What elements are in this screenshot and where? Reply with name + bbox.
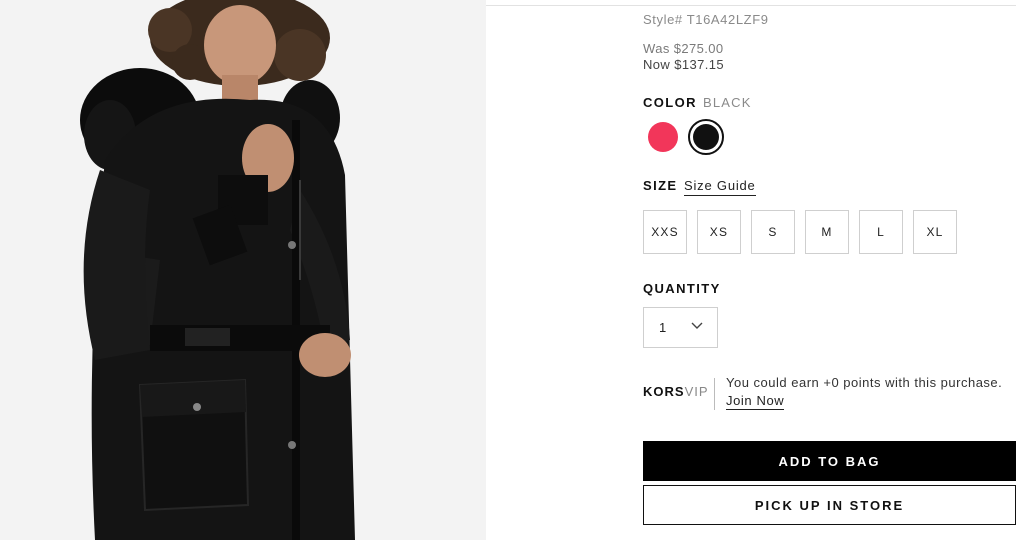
price-now: Now $137.15 [643, 57, 725, 72]
size-option-m[interactable]: M [805, 210, 849, 254]
size-option-xxs[interactable]: XXS [643, 210, 687, 254]
kors-vip-brand: KORS [643, 384, 685, 399]
join-now-link[interactable]: Join Now [726, 393, 785, 410]
swatch-red-dot [648, 122, 678, 152]
size-guide-link[interactable]: Size Guide [684, 178, 756, 196]
style-number: Style# T16A42LZF9 [643, 12, 769, 27]
color-label: COLOR [643, 95, 697, 110]
product-details: Style# T16A42LZF9 Was $275.00 Now $137.1… [643, 0, 1016, 540]
size-option-l[interactable]: L [859, 210, 903, 254]
size-label: SIZE [643, 178, 678, 193]
selected-color: BLACK [703, 95, 752, 110]
price-was: Was $275.00 [643, 41, 724, 56]
vip-points-message: You could earn +0 points with this purch… [726, 375, 1003, 390]
size-option-xs[interactable]: XS [697, 210, 741, 254]
pick-up-in-store-button[interactable]: PICK UP IN STORE [643, 485, 1016, 525]
kors-vip-suffix: VIP [684, 384, 709, 399]
chevron-down-icon [691, 322, 703, 329]
color-swatch-red[interactable] [645, 119, 681, 155]
quantity-select[interactable]: 1 [643, 307, 718, 348]
vip-divider [714, 378, 715, 410]
quantity-label: QUANTITY [643, 281, 721, 296]
swatch-black-dot [693, 124, 719, 150]
product-image [0, 0, 486, 540]
add-to-bag-button[interactable]: ADD TO BAG [643, 441, 1016, 481]
quantity-value: 1 [659, 320, 667, 335]
size-option-xl[interactable]: XL [913, 210, 957, 254]
size-option-s[interactable]: S [751, 210, 795, 254]
kors-vip-logo: KORSVIP [643, 384, 709, 399]
color-swatch-black[interactable] [688, 119, 724, 155]
